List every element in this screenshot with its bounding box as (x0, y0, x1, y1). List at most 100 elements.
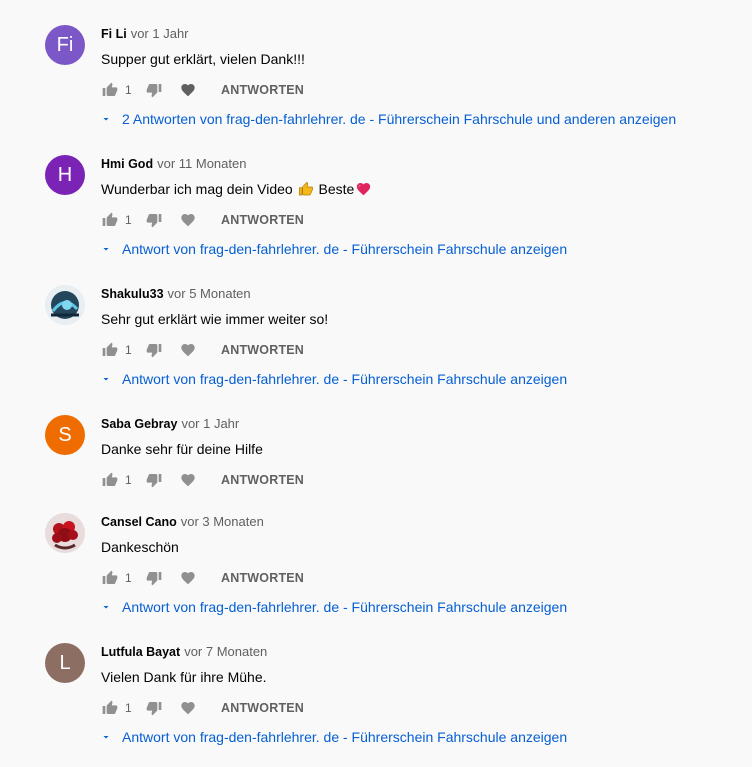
reply-button[interactable]: ANTWORTEN (221, 83, 304, 97)
view-replies-label: Antwort von frag-den-fahrlehrer. de - Fü… (122, 729, 568, 745)
avatar[interactable]: Fi (45, 25, 85, 65)
heart-icon (181, 474, 195, 487)
avatar-image (45, 513, 85, 553)
thumbs-up-icon (102, 472, 118, 486)
like-button[interactable] (101, 569, 119, 587)
reply-button[interactable]: ANTWORTEN (221, 571, 304, 585)
like-button[interactable] (101, 699, 119, 717)
comment-toolbar: 1 ANTWORTEN (101, 698, 304, 718)
view-replies-button[interactable]: 2 Antworten von frag-den-fahrlehrer. de … (98, 109, 676, 129)
thumbs-down-icon (146, 572, 162, 586)
comment-header: Hmi God vor 11 Monaten (101, 156, 246, 171)
view-replies-button[interactable]: Antwort von frag-den-fahrlehrer. de - Fü… (98, 369, 567, 389)
heart-icon (181, 84, 195, 97)
avatar[interactable]: H (45, 155, 85, 195)
dislike-button[interactable] (145, 699, 163, 717)
comment-time[interactable]: vor 11 Monaten (157, 156, 246, 171)
like-count: 1 (125, 213, 132, 227)
thumbs-up-icon (102, 212, 118, 226)
avatar[interactable]: L (45, 643, 85, 683)
comment-toolbar: 1 ANTWORTEN (101, 210, 304, 230)
comment-time[interactable]: vor 5 Monaten (168, 286, 251, 301)
dislike-button[interactable] (145, 211, 163, 229)
comment-text-part: Beste (318, 181, 355, 197)
comment-text: Vielen Dank für ihre Mühe. (101, 669, 267, 685)
dislike-button[interactable] (145, 81, 163, 99)
heart-icon (181, 344, 195, 357)
reply-button[interactable]: ANTWORTEN (221, 343, 304, 357)
heart-emoji-icon (355, 181, 372, 202)
dislike-button[interactable] (145, 471, 163, 489)
view-replies-label: Antwort von frag-den-fahrlehrer. de - Fü… (122, 599, 568, 615)
comment-header: Shakulu33 vor 5 Monaten (101, 286, 251, 301)
heart-icon (181, 702, 195, 715)
heart-icon (181, 572, 195, 585)
like-count: 1 (125, 83, 132, 97)
view-replies-label: Antwort von frag-den-fahrlehrer. de - Fü… (122, 371, 568, 387)
heart-button[interactable] (179, 81, 197, 99)
avatar-initials: S (58, 423, 72, 446)
avatar-initials: H (57, 163, 73, 186)
reply-button[interactable]: ANTWORTEN (221, 213, 304, 227)
comment-toolbar: 1 ANTWORTEN (101, 340, 304, 360)
avatar-image (45, 285, 85, 325)
author-name[interactable]: Hmi God (101, 157, 153, 171)
dislike-button[interactable] (145, 341, 163, 359)
thumbs-down-icon (146, 214, 162, 228)
like-count: 1 (125, 343, 132, 357)
thumbs-down-icon (146, 474, 162, 488)
avatar-initials: L (59, 651, 71, 674)
heart-icon (181, 214, 195, 227)
comment-time[interactable]: vor 3 Monaten (181, 514, 264, 529)
comment-text: Danke sehr für deine Hilfe (101, 441, 263, 457)
avatar[interactable]: S (45, 415, 85, 455)
heart-button[interactable] (179, 569, 197, 587)
heart-button[interactable] (179, 471, 197, 489)
chevron-down-icon (98, 111, 114, 127)
comment-toolbar: 1 ANTWORTEN (101, 568, 304, 588)
author-name[interactable]: Lutfula Bayat (101, 645, 180, 659)
dislike-button[interactable] (145, 569, 163, 587)
comment-toolbar: 1 ANTWORTEN (101, 80, 304, 100)
reply-button[interactable]: ANTWORTEN (221, 701, 304, 715)
like-button[interactable] (101, 211, 119, 229)
comment-header: Fi Li vor 1 Jahr (101, 26, 189, 41)
comment-time[interactable]: vor 1 Jahr (131, 26, 189, 41)
view-replies-button[interactable]: Antwort von frag-den-fahrlehrer. de - Fü… (98, 727, 567, 747)
author-name[interactable]: Fi Li (101, 27, 127, 41)
comment-toolbar: 1 ANTWORTEN (101, 470, 304, 490)
avatar-initials: Fi (56, 33, 74, 56)
heart-button[interactable] (179, 341, 197, 359)
thumbs-up-emoji-icon (298, 181, 314, 202)
like-button[interactable] (101, 81, 119, 99)
comment-header: Lutfula Bayat vor 7 Monaten (101, 644, 267, 659)
heart-button[interactable] (179, 211, 197, 229)
comment-text: Dankeschön (101, 539, 179, 555)
chevron-down-icon (98, 599, 114, 615)
heart-button[interactable] (179, 699, 197, 717)
avatar[interactable] (45, 513, 85, 553)
thumbs-up-icon (102, 570, 118, 584)
view-replies-button[interactable]: Antwort von frag-den-fahrlehrer. de - Fü… (98, 597, 567, 617)
comment-header: Cansel Cano vor 3 Monaten (101, 514, 264, 529)
reply-button[interactable]: ANTWORTEN (221, 473, 304, 487)
view-replies-button[interactable]: Antwort von frag-den-fahrlehrer. de - Fü… (98, 239, 567, 259)
like-button[interactable] (101, 341, 119, 359)
author-name[interactable]: Shakulu33 (101, 287, 164, 301)
avatar[interactable] (45, 285, 85, 325)
author-name[interactable]: Cansel Cano (101, 515, 177, 529)
view-replies-label: 2 Antworten von frag-den-fahrlehrer. de … (122, 111, 677, 127)
comment-time[interactable]: vor 7 Monaten (184, 644, 267, 659)
view-replies-label: Antwort von frag-den-fahrlehrer. de - Fü… (122, 241, 568, 257)
thumbs-up-icon (102, 82, 118, 96)
comment-text: Supper gut erklärt, vielen Dank!!! (101, 51, 305, 67)
thumbs-down-icon (146, 344, 162, 358)
chevron-down-icon (98, 371, 114, 387)
author-name[interactable]: Saba Gebray (101, 417, 177, 431)
thumbs-up-icon (102, 700, 118, 714)
like-button[interactable] (101, 471, 119, 489)
comment-header: Saba Gebray vor 1 Jahr (101, 416, 239, 431)
like-count: 1 (125, 701, 132, 715)
like-count: 1 (125, 571, 132, 585)
comment-time[interactable]: vor 1 Jahr (181, 416, 239, 431)
